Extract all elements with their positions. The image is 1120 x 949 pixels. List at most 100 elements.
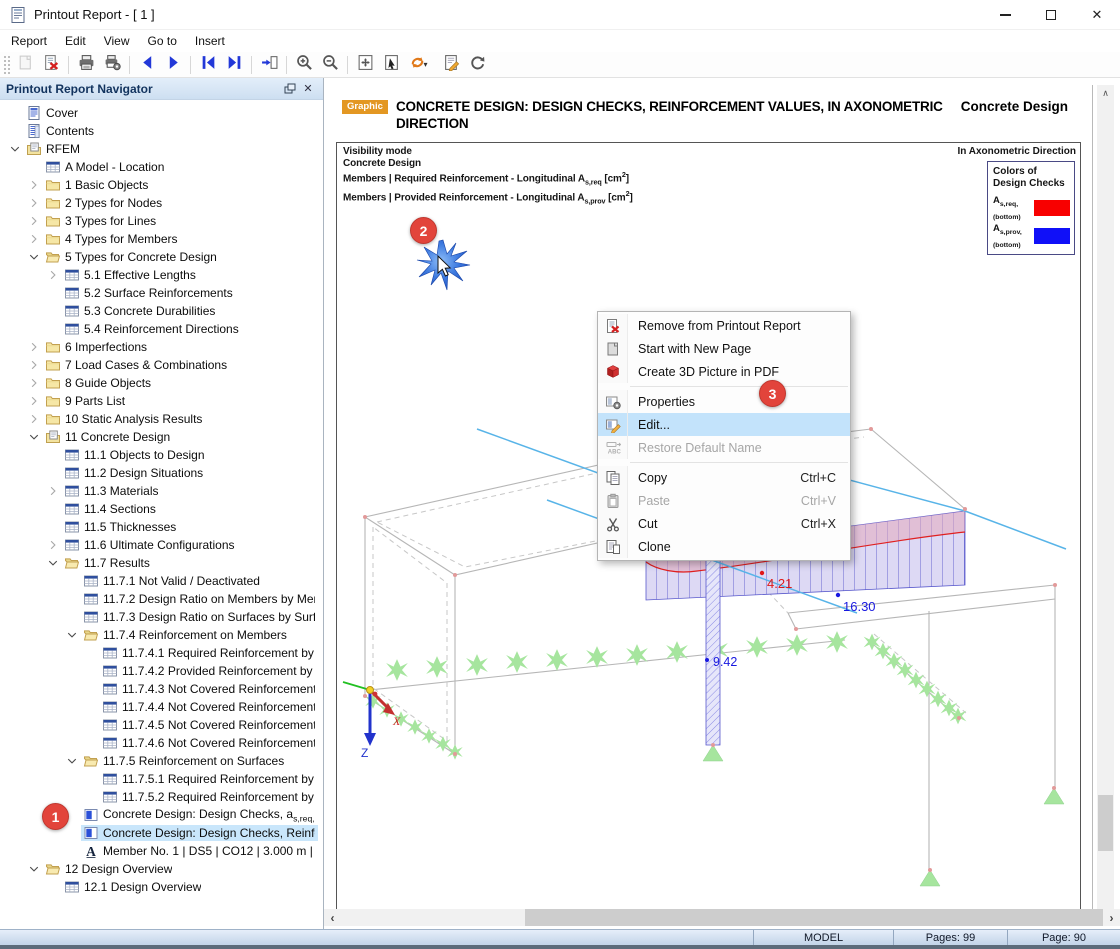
tree-item-11-7-4-6-not-covered-reinforcement[interactable]: 11.7.4.6 Not Covered Reinforcement ... xyxy=(0,734,322,752)
horizontal-scroll-track[interactable] xyxy=(525,909,1103,926)
tree-item-6-imperfections[interactable]: 6 Imperfections xyxy=(0,338,322,356)
tree-item-5-types-for-concrete-design[interactable]: 5 Types for Concrete Design xyxy=(0,248,322,266)
expand-icon[interactable] xyxy=(44,537,62,553)
expand-icon[interactable] xyxy=(25,195,43,211)
tree-item-11-7-3-design-ratio-on-surfaces-by-surfa[interactable]: 11.7.3 Design Ratio on Surfaces by Surfa… xyxy=(0,608,322,626)
tree-item-10-static-analysis-results[interactable]: 10 Static Analysis Results xyxy=(0,410,322,428)
menu-item-properties[interactable]: Properties xyxy=(598,390,850,413)
menu-insert[interactable]: Insert xyxy=(186,32,234,50)
collapse-icon[interactable] xyxy=(44,555,62,571)
expand-icon[interactable] xyxy=(25,411,43,427)
previous-page-button[interactable] xyxy=(134,53,160,77)
horizontal-scroll-thumb[interactable] xyxy=(341,909,525,926)
expand-icon[interactable] xyxy=(25,393,43,409)
expand-icon[interactable] xyxy=(25,375,43,391)
float-panel-icon[interactable] xyxy=(281,81,299,97)
tree-item-11-3-materials[interactable]: 11.3 Materials xyxy=(0,482,322,500)
collapse-icon[interactable] xyxy=(63,627,81,643)
tree-item-11-7-5-1-required-reinforcement-by[interactable]: 11.7.5.1 Required Reinforcement by ... xyxy=(0,770,322,788)
tree-item-11-7-results[interactable]: 11.7 Results xyxy=(0,554,322,572)
scroll-right-icon[interactable]: › xyxy=(1103,909,1120,926)
collapse-icon[interactable] xyxy=(6,141,24,157)
expand-icon[interactable] xyxy=(44,483,62,499)
remove-from-report-button[interactable] xyxy=(38,53,64,77)
expand-icon[interactable] xyxy=(44,267,62,283)
tree-item-11-7-4-2-provided-reinforcement-by[interactable]: 11.7.4.2 Provided Reinforcement by ... xyxy=(0,662,322,680)
tree-item-3-types-for-lines[interactable]: 3 Types for Lines xyxy=(0,212,322,230)
tree-item-11-7-1-not-valid-deactivated[interactable]: 11.7.1 Not Valid / Deactivated xyxy=(0,572,322,590)
tree-item-11-7-4-reinforcement-on-members[interactable]: 11.7.4 Reinforcement on Members xyxy=(0,626,322,644)
vertical-scroll-thumb[interactable] xyxy=(1098,795,1113,851)
pick-in-page-button[interactable] xyxy=(378,53,404,77)
tree-item-5-2-surface-reinforcements[interactable]: 5.2 Surface Reinforcements xyxy=(0,284,322,302)
tree-item-11-6-ultimate-configurations[interactable]: 11.6 Ultimate Configurations xyxy=(0,536,322,554)
print-settings-button[interactable] xyxy=(99,53,125,77)
zoom-out-button[interactable] xyxy=(317,53,343,77)
tree-item-contents[interactable]: Contents xyxy=(0,122,322,140)
tree-item-a-model-location[interactable]: A Model - Location xyxy=(0,158,322,176)
menu-item-clone[interactable]: Clone xyxy=(598,535,850,558)
vertical-scrollbar[interactable]: ∧ xyxy=(1097,85,1114,909)
tree-item-11-7-4-1-required-reinforcement-by[interactable]: 11.7.4.1 Required Reinforcement by ... xyxy=(0,644,322,662)
refresh-button[interactable] xyxy=(464,53,490,77)
tree-item-5-3-concrete-durabilities[interactable]: 5.3 Concrete Durabilities xyxy=(0,302,322,320)
tree-item-11-1-objects-to-design[interactable]: 11.1 Objects to Design xyxy=(0,446,322,464)
tree-item-8-guide-objects[interactable]: 8 Guide Objects xyxy=(0,374,322,392)
tree-item-cover[interactable]: Cover xyxy=(0,104,322,122)
sync-graphics-dropdown-icon[interactable]: ▾ xyxy=(424,60,434,69)
tree-item-rfem[interactable]: RFEM xyxy=(0,140,322,158)
tree-item-11-7-4-4-not-covered-reinforcement[interactable]: 11.7.4.4 Not Covered Reinforcement ... xyxy=(0,698,322,716)
tree-item-4-types-for-members[interactable]: 4 Types for Members xyxy=(0,230,322,248)
menu-report[interactable]: Report xyxy=(2,32,56,50)
collapse-icon[interactable] xyxy=(25,429,43,445)
tree-item-11-2-design-situations[interactable]: 11.2 Design Situations xyxy=(0,464,322,482)
tree-item-5-1-effective-lengths[interactable]: 5.1 Effective Lengths xyxy=(0,266,322,284)
tree-item-5-4-reinforcement-directions[interactable]: 5.4 Reinforcement Directions xyxy=(0,320,322,338)
expand-icon[interactable] xyxy=(25,231,43,247)
tree-item-11-7-5-2-required-reinforcement-by-s[interactable]: 11.7.5.2 Required Reinforcement by S... xyxy=(0,788,322,806)
collapse-icon[interactable] xyxy=(63,753,81,769)
tree-item-9-parts-list[interactable]: 9 Parts List xyxy=(0,392,322,410)
tree-item-11-4-sections[interactable]: 11.4 Sections xyxy=(0,500,322,518)
expand-icon[interactable] xyxy=(25,357,43,373)
menu-item-remove-from-printout-report[interactable]: Remove from Printout Report xyxy=(598,314,850,337)
tree-item-11-5-thicknesses[interactable]: 11.5 Thicknesses xyxy=(0,518,322,536)
tree-item-12-design-overview[interactable]: 12 Design Overview xyxy=(0,860,322,878)
tree-item-2-types-for-nodes[interactable]: 2 Types for Nodes xyxy=(0,194,322,212)
zoom-in-button[interactable] xyxy=(291,53,317,77)
last-page-button[interactable] xyxy=(221,53,247,77)
menu-item-start-with-new-page[interactable]: Start with New Page xyxy=(598,337,850,360)
go-to-page-button[interactable] xyxy=(256,53,282,77)
sync-graphics-button[interactable]: ▾ xyxy=(404,53,438,77)
menu-view[interactable]: View xyxy=(95,32,139,50)
print-button[interactable] xyxy=(73,53,99,77)
tree-item-11-7-4-5-not-covered-reinforcement[interactable]: 11.7.4.5 Not Covered Reinforcement ... xyxy=(0,716,322,734)
menu-item-edit[interactable]: Edit... xyxy=(598,413,850,436)
first-page-button[interactable] xyxy=(195,53,221,77)
close-panel-icon[interactable]: ✕ xyxy=(299,81,317,97)
tree-item-12-1-design-overview[interactable]: 12.1 Design Overview xyxy=(0,878,322,896)
tree-item-1-basic-objects[interactable]: 1 Basic Objects xyxy=(0,176,322,194)
fit-page-button[interactable] xyxy=(352,53,378,77)
menu-item-copy[interactable]: CopyCtrl+C xyxy=(598,466,850,489)
expand-icon[interactable] xyxy=(25,177,43,193)
edit-page-button[interactable] xyxy=(438,53,464,77)
tree-item-11-concrete-design[interactable]: 11 Concrete Design xyxy=(0,428,322,446)
menu-item-cut[interactable]: CutCtrl+X xyxy=(598,512,850,535)
collapse-icon[interactable] xyxy=(25,861,43,877)
scroll-up-icon[interactable]: ∧ xyxy=(1097,85,1114,101)
menu-go-to[interactable]: Go to xyxy=(139,32,186,50)
tree-item-11-7-2-design-ratio-on-members-by-member[interactable]: 11.7.2 Design Ratio on Members by Member xyxy=(0,590,322,608)
tree-item-11-7-4-3-not-covered-reinforcement[interactable]: 11.7.4.3 Not Covered Reinforcement ... xyxy=(0,680,322,698)
menu-edit[interactable]: Edit xyxy=(56,32,95,50)
expand-icon[interactable] xyxy=(25,213,43,229)
next-page-button[interactable] xyxy=(160,53,186,77)
collapse-icon[interactable] xyxy=(25,249,43,265)
tree-item-member-no-1-ds5-co12-3-000-m-ul0100[interactable]: AMember No. 1 | DS5 | CO12 | 3.000 m | U… xyxy=(0,842,322,860)
minimize-button[interactable] xyxy=(982,0,1028,30)
menu-item-create-3d-picture-in-pdf[interactable]: Create 3D Picture in PDF xyxy=(598,360,850,383)
maximize-button[interactable] xyxy=(1028,0,1074,30)
tree-item-11-7-5-reinforcement-on-surfaces[interactable]: 11.7.5 Reinforcement on Surfaces xyxy=(0,752,322,770)
expand-icon[interactable] xyxy=(25,339,43,355)
horizontal-scrollbar[interactable]: ‹ › xyxy=(324,909,1120,926)
